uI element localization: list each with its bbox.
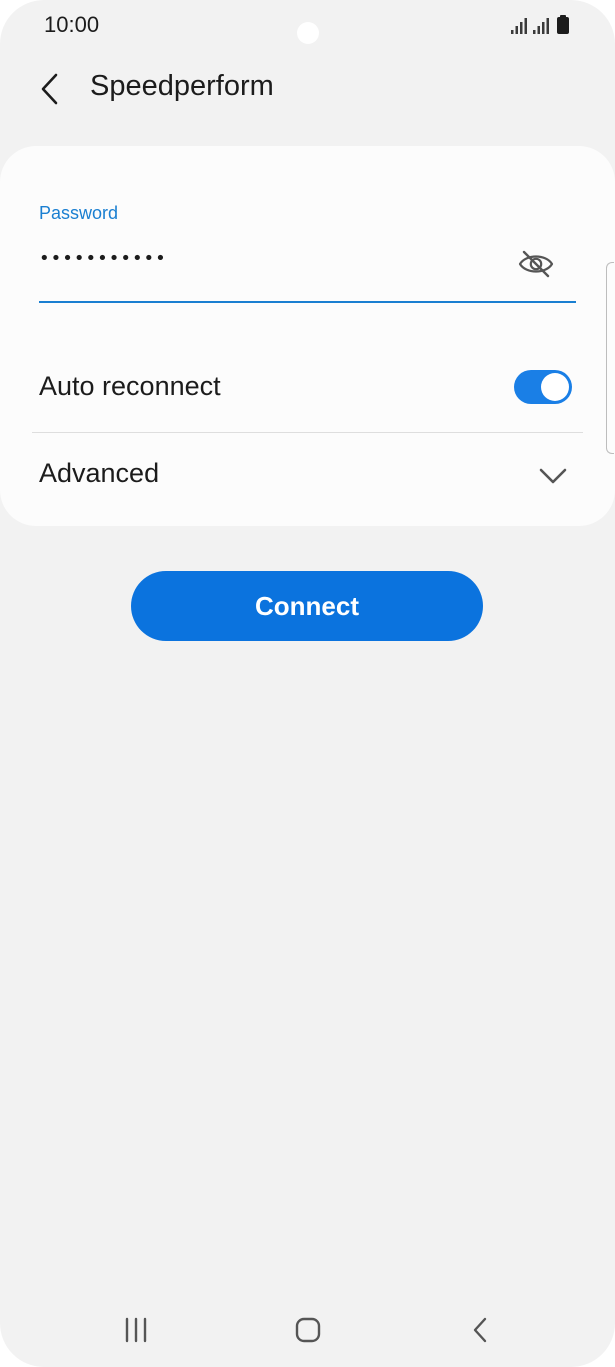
auto-reconnect-label: Auto reconnect: [39, 371, 221, 401]
auto-reconnect-row[interactable]: Auto reconnect: [32, 346, 583, 432]
signal-icon: [511, 18, 527, 34]
phone-screen: 10:00 Speedperform Password ••••••••••• …: [0, 0, 615, 1367]
recents-icon: [125, 1317, 147, 1343]
battery-icon: [557, 15, 569, 34]
home-button[interactable]: [288, 1308, 328, 1352]
system-back-button[interactable]: [461, 1308, 501, 1352]
signal-icon: [533, 18, 549, 34]
show-password-button[interactable]: [516, 246, 556, 282]
scroll-indicator[interactable]: [606, 262, 614, 454]
advanced-label: Advanced: [39, 458, 160, 488]
password-input[interactable]: [39, 236, 499, 280]
divider: [32, 432, 583, 433]
password-underline: [39, 301, 576, 303]
connect-button[interactable]: Connect: [131, 571, 483, 641]
auto-reconnect-toggle[interactable]: [514, 370, 572, 404]
back-button[interactable]: [30, 66, 70, 112]
chevron-down-icon: [539, 468, 567, 484]
eye-off-icon: [518, 250, 554, 278]
back-icon: [473, 1317, 487, 1343]
recents-button[interactable]: [116, 1308, 156, 1352]
page-title: Speedperform: [90, 70, 274, 102]
home-icon: [295, 1317, 321, 1343]
wifi-settings-card: Password Auto reconnect Advanced: [0, 146, 615, 526]
chevron-left-icon: [41, 73, 58, 105]
advanced-row[interactable]: Advanced: [32, 434, 583, 520]
status-time: 10:00: [44, 12, 100, 37]
status-icons: [511, 15, 569, 34]
password-label: Password: [39, 203, 119, 223]
front-camera: [297, 22, 319, 44]
toggle-knob: [541, 373, 569, 401]
advanced-expand[interactable]: [537, 464, 569, 488]
